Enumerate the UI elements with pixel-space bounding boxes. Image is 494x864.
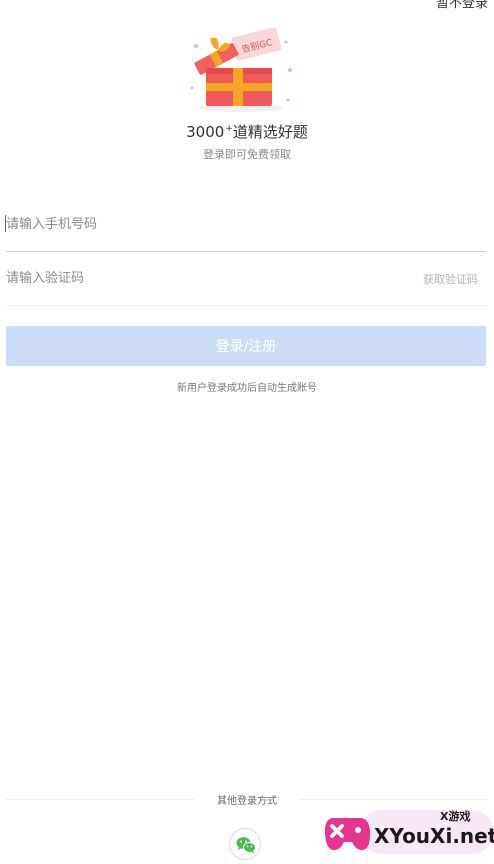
watermark-small-text: X游戏	[440, 810, 471, 823]
promo-subline: 登录即可免费领取	[203, 148, 291, 161]
verification-code-input[interactable]	[6, 265, 386, 291]
headline-sup: +	[225, 124, 233, 134]
skip-login-link[interactable]: 暂不登录	[436, 0, 488, 11]
headline-number: 3000	[186, 123, 225, 141]
headline-text: 道精选好题	[232, 123, 308, 141]
gift-box-icon: 告别GC	[190, 27, 292, 112]
gift-illustration: 告别GC	[186, 27, 296, 114]
gamepad-logo-icon	[324, 818, 370, 850]
phone-input[interactable]	[6, 211, 386, 237]
wechat-login-button[interactable]	[229, 828, 261, 860]
promo-headline: 3000+道精选好题	[0, 121, 494, 142]
phone-field-row	[5, 197, 486, 252]
watermark-domain: XYouXi.net	[374, 824, 494, 848]
code-field-row: 获取验证码	[6, 251, 486, 306]
new-user-hint: 新用户登录成功后自动生成账号	[177, 383, 317, 394]
site-watermark: X游戏 XYouXi.net	[320, 800, 494, 864]
get-code-button[interactable]: 获取验证码	[423, 271, 478, 287]
login-register-button[interactable]: 登录/注册	[6, 326, 486, 366]
wechat-icon	[236, 837, 256, 854]
